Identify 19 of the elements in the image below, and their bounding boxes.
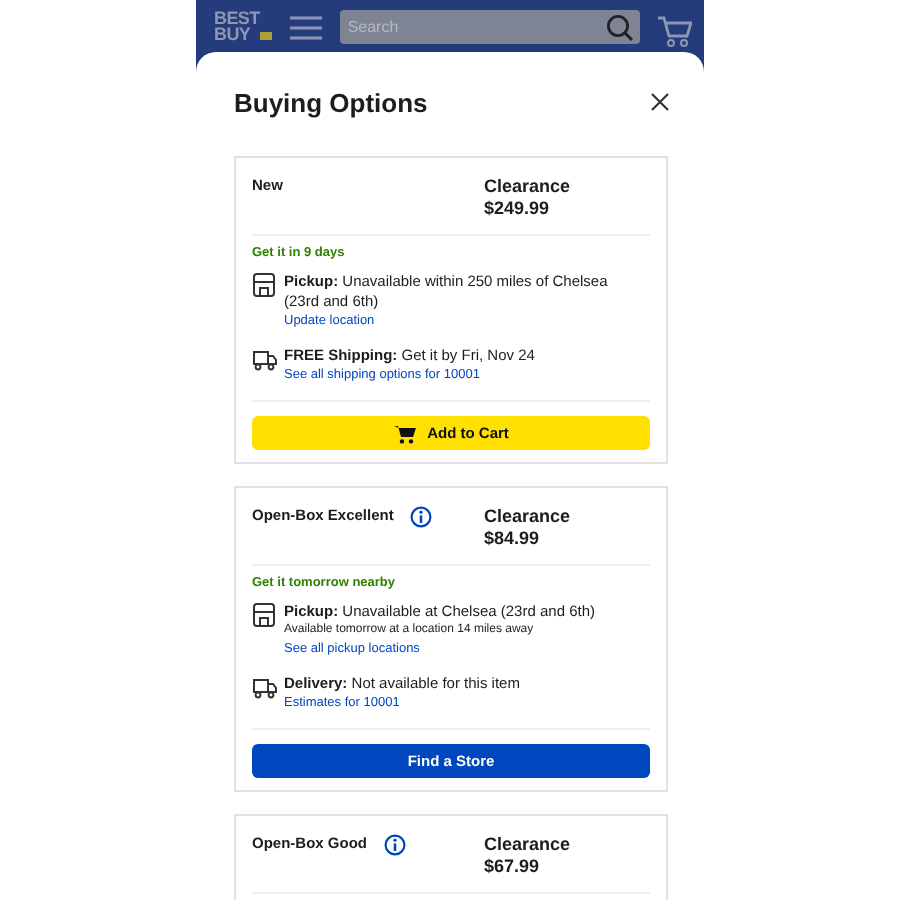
price: $249.99 xyxy=(484,198,552,220)
truck-icon xyxy=(252,674,278,700)
search-icon[interactable] xyxy=(606,13,634,41)
truck-icon xyxy=(252,346,278,372)
price-label: Clearance xyxy=(484,176,571,198)
cart-icon[interactable] xyxy=(656,14,692,48)
menu-icon[interactable] xyxy=(287,14,324,42)
price: $84.99 xyxy=(484,528,542,550)
logo[interactable]: BEST BUY xyxy=(214,6,272,42)
sheet-title: Buying Options xyxy=(234,87,428,117)
store-icon xyxy=(252,272,278,298)
price-label: Clearance xyxy=(484,834,571,856)
cart-icon xyxy=(393,423,416,443)
store-icon xyxy=(252,602,278,628)
close-icon[interactable] xyxy=(650,92,670,112)
price: $67.99 xyxy=(484,856,542,878)
info-icon[interactable] xyxy=(383,834,405,856)
price-label: Clearance xyxy=(484,506,571,528)
info-icon[interactable] xyxy=(409,506,432,528)
